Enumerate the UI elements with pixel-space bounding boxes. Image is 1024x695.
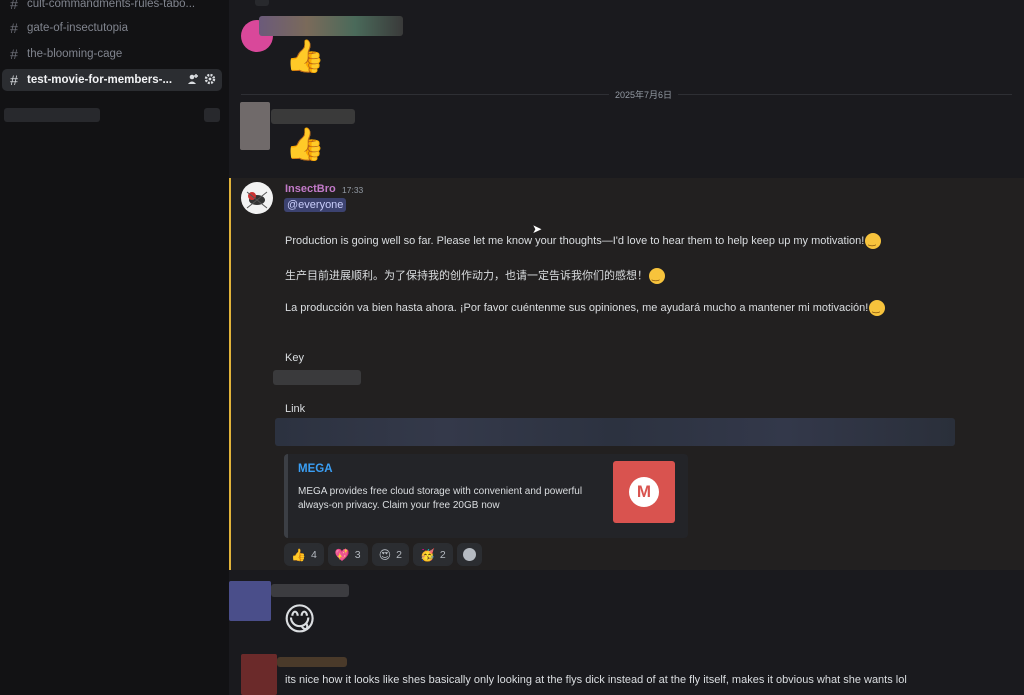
key-label: Key (285, 352, 304, 364)
blurred-content (255, 0, 269, 6)
add-reaction-icon (462, 548, 476, 561)
smile-emoji-icon (865, 233, 882, 249)
chat-area: 👍 2025年7月6日 👍 InsectBro 17:33 @everyone … (229, 0, 1024, 695)
blurred-username (259, 16, 403, 36)
channel-label: the-blooming-cage (27, 48, 123, 60)
reaction-count: 2 (396, 548, 402, 561)
blurred-username (271, 109, 355, 124)
smile-emoji-icon (649, 268, 665, 285)
link-embed[interactable]: MEGA MEGA provides free cloud storage wi… (284, 454, 688, 538)
party-face-icon: 🥳 (419, 547, 435, 562)
channel-label: gate-of-insectutopia (27, 22, 129, 34)
insect-avatar-icon (246, 191, 268, 209)
thumbs-up-icon: 👍 (291, 547, 306, 562)
message-timestamp: 17:33 (342, 185, 364, 195)
message-line-spanish: La producción va bien hasta ahora. ¡Por … (285, 300, 886, 316)
blurred-username (277, 657, 347, 667)
blurred-key (273, 370, 361, 385)
channel-sidebar: # cult-commandments-rules-tabo... # gate… (0, 0, 229, 695)
reaction-heart-eyes[interactable]: 😍 2 (371, 543, 409, 566)
hash-icon: # (10, 72, 18, 88)
channel-item-gate-of-insectutopia[interactable]: # gate-of-insectutopia (2, 17, 222, 39)
heart-eyes-icon: 😍 (378, 547, 392, 562)
message-text: its nice how it looks like shes basicall… (285, 674, 907, 686)
gear-icon[interactable] (204, 73, 216, 85)
channel-item-test-movie[interactable]: # test-movie-for-members-... (2, 69, 222, 91)
mega-logo-icon: M (629, 477, 659, 507)
yum-face-icon: 😋 (283, 601, 317, 637)
message-line-chinese: 生产目前进展顺利。为了保持我的创作动力，也请一定告诉我你们的感想！ (285, 267, 665, 285)
reaction-count: 3 (354, 548, 361, 561)
reaction-bar: 👍 4 💖 3 😍 2 🥳 2 (284, 543, 482, 566)
avatar[interactable] (240, 102, 270, 150)
add-member-icon[interactable] (187, 73, 199, 85)
blurred-username (271, 584, 349, 597)
blurred-content (4, 108, 100, 122)
message-line-english: Production is going well so far. Please … (285, 233, 882, 249)
reaction-heart[interactable]: 💖 3 (327, 543, 368, 566)
thumbs-up-icon: 👍 (285, 126, 325, 162)
message-author[interactable]: InsectBro (285, 183, 336, 195)
blurred-link[interactable] (275, 418, 955, 446)
reaction-party-face[interactable]: 🥳 2 (412, 543, 453, 566)
avatar[interactable] (241, 654, 277, 695)
everyone-mention[interactable]: @everyone (284, 198, 347, 212)
avatar[interactable] (229, 581, 271, 621)
reaction-count: 4 (310, 548, 317, 561)
sparkling-heart-icon: 💖 (334, 547, 350, 562)
thumbs-up-icon: 👍 (285, 38, 325, 74)
blurred-content (204, 108, 220, 122)
date-divider: 2025年7月6日 (609, 88, 679, 101)
embed-description: MEGA provides free cloud storage with co… (298, 486, 583, 511)
channel-label: test-movie-for-members-... (27, 74, 173, 86)
hash-icon: # (10, 20, 18, 36)
smile-emoji-icon (869, 300, 886, 316)
hash-icon: # (10, 46, 18, 62)
embed-title[interactable]: MEGA (298, 463, 333, 475)
channel-label: cult-commandments-rules-tabo... (27, 0, 196, 10)
embed-thumbnail[interactable]: M (613, 461, 675, 523)
add-reaction-button[interactable] (456, 543, 482, 566)
reaction-thumbs-up[interactable]: 👍 4 (284, 543, 324, 566)
channel-item-the-blooming-cage[interactable]: # the-blooming-cage (2, 43, 222, 65)
link-label: Link (285, 403, 306, 415)
hash-icon: # (10, 0, 18, 12)
avatar[interactable] (241, 182, 273, 214)
reaction-count: 2 (439, 548, 446, 561)
channel-item-cult-commandments[interactable]: # cult-commandments-rules-tabo... (2, 0, 222, 15)
